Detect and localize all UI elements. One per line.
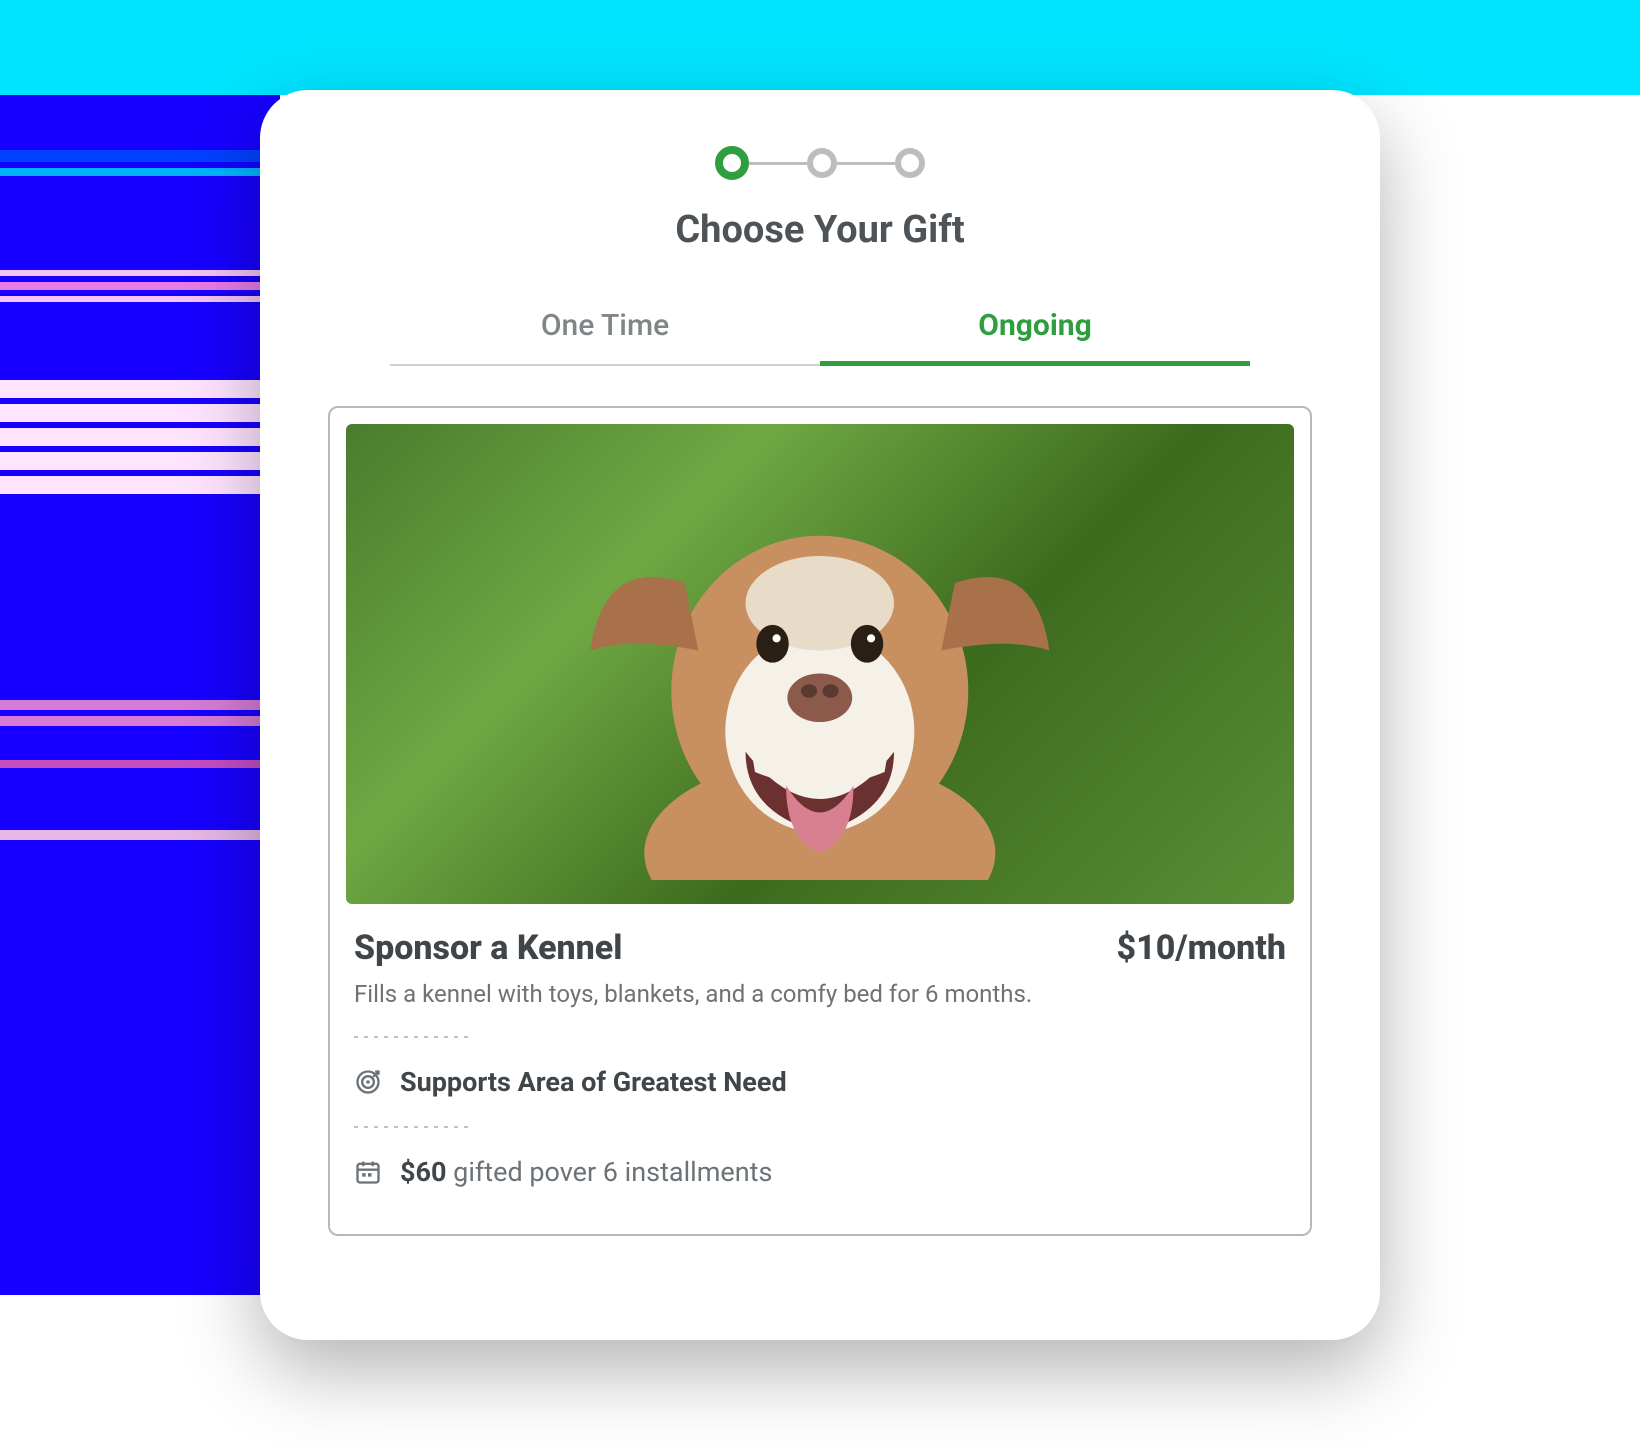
- dog-illustration: [488, 448, 1152, 880]
- gift-title: Sponsor a Kennel: [354, 928, 622, 968]
- gift-header-row: Sponsor a Kennel $10/month: [346, 904, 1294, 980]
- supports-row: Supports Area of Greatest Need: [346, 1048, 1294, 1116]
- step-2-indicator: [807, 148, 837, 178]
- step-1-indicator: [715, 146, 749, 180]
- installment-amount: $60: [400, 1156, 446, 1188]
- step-connector: [749, 162, 807, 165]
- gift-price: $10/month: [1117, 928, 1286, 968]
- gift-description: Fills a kennel with toys, blankets, and …: [346, 980, 1294, 1026]
- calendar-icon: [354, 1158, 382, 1186]
- donation-card: Choose Your Gift One Time Ongoing: [260, 90, 1380, 1340]
- installment-suffix: gifted pover 6 installments: [446, 1156, 772, 1188]
- step-connector: [837, 162, 895, 165]
- progress-stepper: [300, 146, 1340, 180]
- tab-ongoing[interactable]: Ongoing: [820, 308, 1250, 366]
- divider: [354, 1126, 469, 1128]
- installment-row: $60 gifted pover 6 installments: [346, 1138, 1294, 1206]
- page-title: Choose Your Gift: [300, 208, 1340, 252]
- installment-text: $60 gifted pover 6 installments: [400, 1156, 772, 1188]
- supports-label: Supports Area of Greatest Need: [400, 1066, 787, 1098]
- frequency-tabs: One Time Ongoing: [390, 308, 1250, 366]
- gift-image: [346, 424, 1294, 904]
- target-icon: [354, 1068, 382, 1096]
- gift-option-card[interactable]: Sponsor a Kennel $10/month Fills a kenne…: [328, 406, 1312, 1236]
- tab-one-time[interactable]: One Time: [390, 308, 820, 366]
- divider: [354, 1036, 469, 1038]
- step-3-indicator: [895, 148, 925, 178]
